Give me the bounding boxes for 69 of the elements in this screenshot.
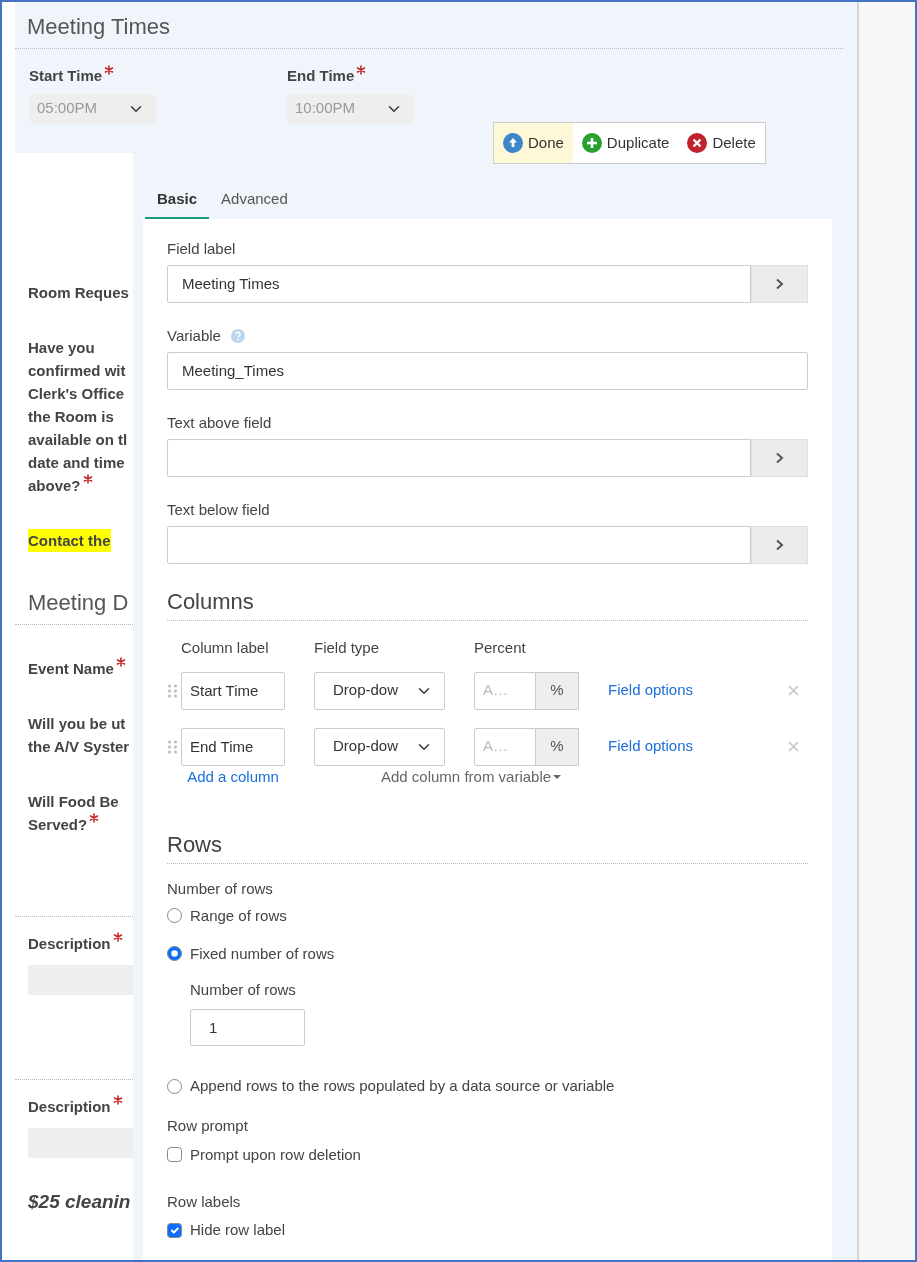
option-label: Hide row label: [190, 1220, 286, 1240]
text-input[interactable]: End Time: [181, 727, 285, 766]
add-from-variable-link[interactable]: Add column from variable: [381, 767, 562, 786]
text-input[interactable]: Start Time: [181, 671, 285, 710]
text-input[interactable]: [167, 438, 751, 477]
option-label: Append rows to the rows populated by a data source or variable: [190, 1076, 615, 1096]
expand-button[interactable]: [751, 438, 808, 477]
chevron-right-icon: [775, 277, 784, 290]
done-button[interactable]: Done: [494, 123, 573, 163]
question-label: Will Food Be Served?: [28, 793, 119, 833]
field-label: Number of rows: [167, 878, 274, 899]
column-header: Column label: [180, 637, 270, 658]
field-label: Variable: [167, 325, 221, 346]
field-label: Row prompt: [167, 1116, 249, 1136]
chevron-right-icon: [775, 451, 784, 464]
field-label: Description: [28, 1098, 111, 1115]
section-heading: Rows: [167, 829, 808, 864]
radio-button[interactable]: [167, 1078, 182, 1094]
number-input[interactable]: 1: [190, 1009, 305, 1046]
column-header: Field type: [314, 637, 381, 658]
question-label: Will you be ut the A/V Syster: [28, 715, 130, 755]
highlighted-text: Contact the: [28, 529, 111, 552]
field-options-link[interactable]: Field options: [608, 737, 694, 755]
tab[interactable]: Advanced: [209, 184, 300, 219]
type-dropdown[interactable]: Drop-dow: [314, 727, 445, 766]
field-options-link[interactable]: Field options: [608, 681, 694, 699]
close-icon[interactable]: [788, 741, 799, 752]
text-input[interactable]: Meeting Times: [167, 264, 751, 303]
percent-input[interactable]: A…: [474, 671, 536, 710]
text-input[interactable]: [167, 525, 751, 564]
question-label: Room Reques: [28, 284, 129, 301]
question-label: Event Name: [28, 660, 114, 677]
field-label: Number of rows: [190, 979, 297, 1000]
close-icon: [687, 133, 708, 153]
checkbox[interactable]: [167, 1222, 182, 1238]
caret-icon: [553, 774, 562, 779]
close-icon[interactable]: [788, 685, 799, 696]
option-label: Prompt upon row deletion: [190, 1144, 361, 1165]
section-title: Meeting Times: [15, 2, 843, 49]
option-label: Fixed number of rows: [190, 943, 335, 964]
section-heading: Columns: [167, 586, 808, 621]
percent-addon: %: [536, 671, 579, 710]
type-dropdown[interactable]: Drop-dow: [314, 671, 445, 710]
option-label: Range of rows: [190, 905, 287, 926]
field-label: End Time: [287, 66, 355, 86]
text-input[interactable]: Meeting_Times: [167, 351, 808, 390]
field-label: Field label: [167, 238, 236, 259]
radio-button[interactable]: [167, 946, 182, 961]
question-label: Have you confirmed wit Clerk's Office the Room is available on tl date and time above?: [28, 339, 128, 494]
expand-button[interactable]: [751, 264, 808, 303]
note-text: $25 cleanin: [28, 1191, 131, 1212]
radio-button[interactable]: [167, 908, 182, 923]
field-label: Text below field: [167, 499, 270, 520]
field-label: Row labels: [167, 1191, 242, 1212]
plus-icon: [581, 133, 602, 153]
percent-input[interactable]: A…: [474, 727, 536, 766]
percent-addon: %: [536, 727, 579, 766]
section-heading: Meeting D: [28, 590, 129, 615]
delete-button[interactable]: Delete: [678, 123, 765, 163]
upload-icon: [503, 133, 523, 153]
expand-button[interactable]: [751, 525, 808, 564]
add-column-link[interactable]: Add a column: [173, 767, 279, 786]
chevron-right-icon: [775, 538, 784, 551]
field-label: Description: [28, 935, 111, 952]
column-header: Percent: [474, 637, 527, 658]
duplicate-button[interactable]: Duplicate: [572, 123, 679, 163]
field-label: Text above field: [167, 412, 272, 433]
checkbox[interactable]: [167, 1147, 182, 1162]
field-label: Start Time: [29, 66, 103, 86]
